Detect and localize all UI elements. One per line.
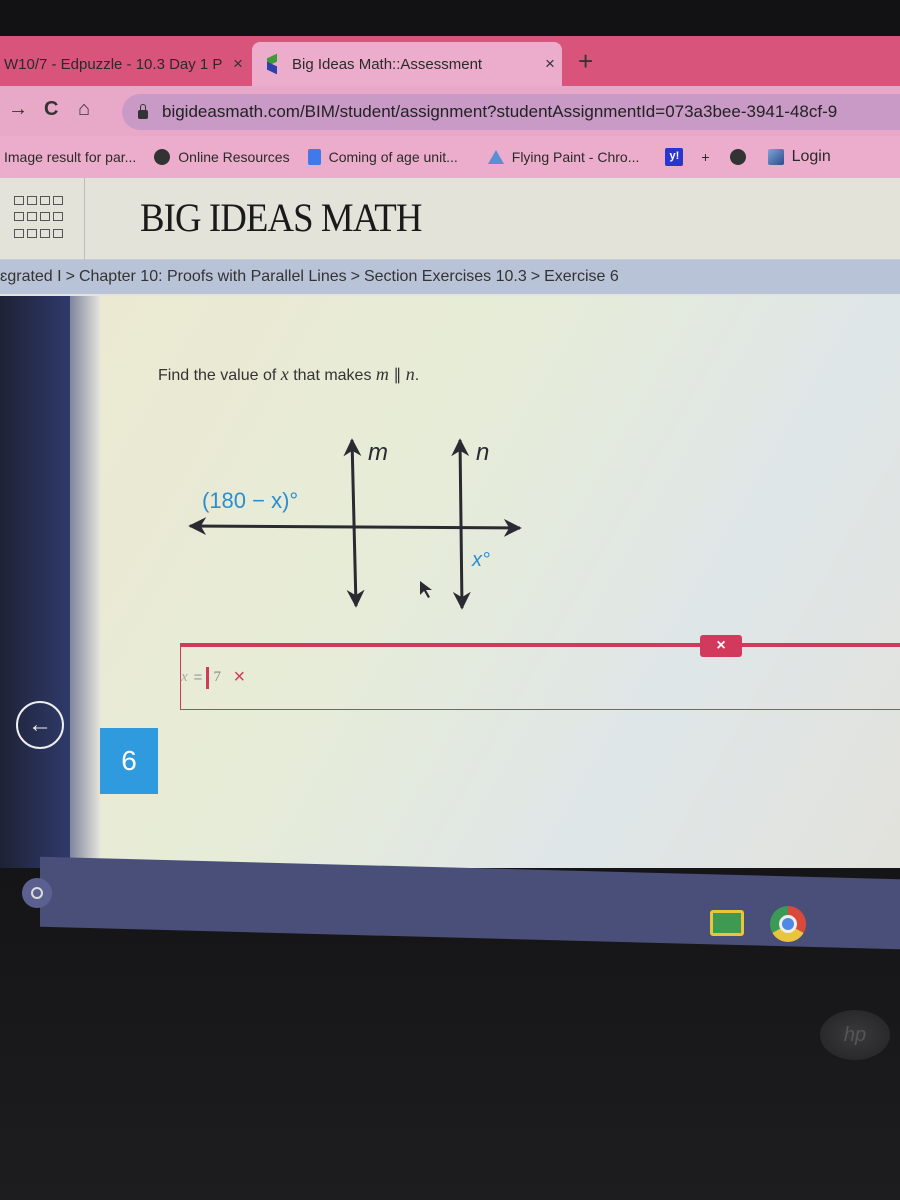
question-variable: x bbox=[280, 364, 289, 384]
question-text: Find the value of x that makes m ∥ n. bbox=[158, 364, 419, 385]
google-classroom-app-icon[interactable] bbox=[710, 910, 744, 936]
breadcrumb-separator: > bbox=[65, 268, 75, 285]
breadcrumb-section[interactable]: Section Exercises 10.3 bbox=[364, 268, 527, 286]
bookmark-label: Flying Paint - Chro... bbox=[511, 149, 640, 165]
bookmark-globe[interactable] bbox=[729, 149, 754, 165]
web-page: BIG IDEAS MATH ɛgrated I > Chapter 10: P… bbox=[0, 178, 900, 868]
bookmark-label: Online Resources bbox=[178, 149, 290, 165]
bookmark-online-resources[interactable]: Online Resources bbox=[154, 149, 290, 165]
drive-icon bbox=[487, 150, 504, 164]
hp-logo: hp bbox=[820, 1010, 890, 1060]
back-button[interactable]: ← bbox=[16, 701, 64, 749]
bookmark-yahoo[interactable]: y! bbox=[665, 148, 691, 166]
text-caret bbox=[206, 666, 210, 689]
angle-label-right: x° bbox=[471, 549, 490, 571]
breadcrumb-separator: > bbox=[350, 268, 360, 285]
bookmarks-bar: Image result for par... Online Resources… bbox=[0, 136, 900, 178]
left-navigation-rail: ← bbox=[0, 296, 70, 868]
parallel-symbol: ∥ bbox=[388, 367, 406, 384]
arrow-left-icon: ← bbox=[28, 711, 52, 738]
globe-icon bbox=[154, 149, 171, 165]
incorrect-icon: × bbox=[233, 666, 246, 688]
chrome-app-icon[interactable] bbox=[770, 906, 806, 942]
bookmark-coming-of-age[interactable]: Coming of age unit... bbox=[307, 149, 458, 165]
close-icon[interactable]: × bbox=[226, 54, 250, 74]
site-header: BIG IDEAS MATH bbox=[0, 178, 900, 260]
address-bar[interactable]: bigideasmath.com/BIM/student/assignment?… bbox=[122, 94, 900, 130]
rail-shadow bbox=[70, 296, 100, 868]
browser-toolbar: → C ⌂ bigideasmath.com/BIM/student/assig… bbox=[0, 86, 900, 136]
photo-of-screen: W10/7 - Edpuzzle - 10.3 Day 1 P × Big Id… bbox=[0, 0, 900, 1200]
yahoo-icon: y! bbox=[665, 148, 684, 166]
line-m bbox=[343, 438, 365, 608]
bookmark-plus[interactable]: + bbox=[701, 149, 709, 165]
line-m-diagram-label: m bbox=[368, 439, 388, 466]
answer-row: x = × bbox=[181, 666, 245, 689]
line-m-label: m bbox=[375, 364, 389, 384]
tab-big-ideas-math[interactable]: Big Ideas Math::Assessment × bbox=[252, 42, 562, 86]
plus-icon: + bbox=[701, 149, 710, 165]
angle-label-left: (180 − x)° bbox=[202, 488, 298, 513]
answer-box: x = × bbox=[180, 646, 900, 710]
chromeos-shelf bbox=[40, 856, 900, 950]
answer-variable: x bbox=[181, 669, 188, 685]
reload-icon[interactable]: C bbox=[44, 98, 58, 121]
launcher-button[interactable] bbox=[22, 878, 52, 908]
home-icon[interactable]: ⌂ bbox=[78, 98, 90, 121]
tab-edpuzzle[interactable]: W10/7 - Edpuzzle - 10.3 Day 1 P × bbox=[0, 42, 250, 86]
divider bbox=[84, 178, 85, 260]
breadcrumb-course[interactable]: ɛgrated I bbox=[0, 268, 62, 286]
tab-title: W10/7 - Edpuzzle - 10.3 Day 1 P bbox=[4, 55, 223, 73]
parallel-lines-diagram: m n (180 − x)° x° bbox=[188, 438, 522, 610]
line-n bbox=[451, 438, 471, 610]
forward-icon[interactable]: → bbox=[8, 98, 28, 121]
new-tab-button[interactable]: + bbox=[578, 46, 593, 77]
question-suffix: . bbox=[414, 367, 420, 384]
bookmark-login[interactable]: Login bbox=[767, 148, 831, 166]
apps-grid-icon[interactable] bbox=[14, 196, 66, 242]
site-logo: BIG IDEAS MATH bbox=[140, 195, 422, 240]
bookmark-label: Image result for par... bbox=[4, 149, 137, 165]
url-text: bigideasmath.com/BIM/student/assignment?… bbox=[162, 102, 838, 121]
tab-title: Big Ideas Math::Assessment bbox=[292, 55, 483, 73]
exercise-number-badge: 6 bbox=[100, 728, 158, 794]
big-ideas-math-favicon-icon bbox=[266, 56, 278, 72]
lock-icon bbox=[138, 103, 148, 119]
line-n-label: n bbox=[405, 364, 415, 384]
exercise-content: 6 Find the value of x that makes m ∥ n. … bbox=[100, 296, 900, 868]
bookmark-label: Login bbox=[791, 148, 831, 165]
question-prefix: Find the value of bbox=[158, 367, 281, 384]
close-icon[interactable]: × bbox=[538, 54, 562, 74]
bookmark-flying-paint[interactable]: Flying Paint - Chro... bbox=[487, 149, 640, 165]
answer-input[interactable] bbox=[213, 669, 228, 686]
equals-sign: = bbox=[193, 669, 203, 686]
globe-icon bbox=[729, 149, 746, 165]
breadcrumb-separator: > bbox=[530, 268, 541, 285]
bookmark-label: Coming of age unit... bbox=[328, 149, 458, 165]
bezel bbox=[0, 0, 900, 36]
skf-icon bbox=[767, 149, 784, 165]
docs-icon bbox=[307, 149, 321, 165]
bookmark-image-result[interactable]: Image result for par... bbox=[4, 149, 136, 165]
question-middle: that makes bbox=[288, 367, 376, 384]
line-n-diagram-label: n bbox=[476, 439, 489, 466]
breadcrumb-exercise: Exercise 6 bbox=[544, 268, 619, 285]
breadcrumb: ɛgrated I > Chapter 10: Proofs with Para… bbox=[0, 260, 900, 294]
mouse-cursor-icon bbox=[420, 581, 432, 598]
launcher-icon bbox=[31, 887, 43, 899]
breadcrumb-chapter[interactable]: Chapter 10: Proofs with Parallel Lines bbox=[79, 268, 347, 286]
tab-strip: W10/7 - Edpuzzle - 10.3 Day 1 P × Big Id… bbox=[0, 36, 900, 86]
